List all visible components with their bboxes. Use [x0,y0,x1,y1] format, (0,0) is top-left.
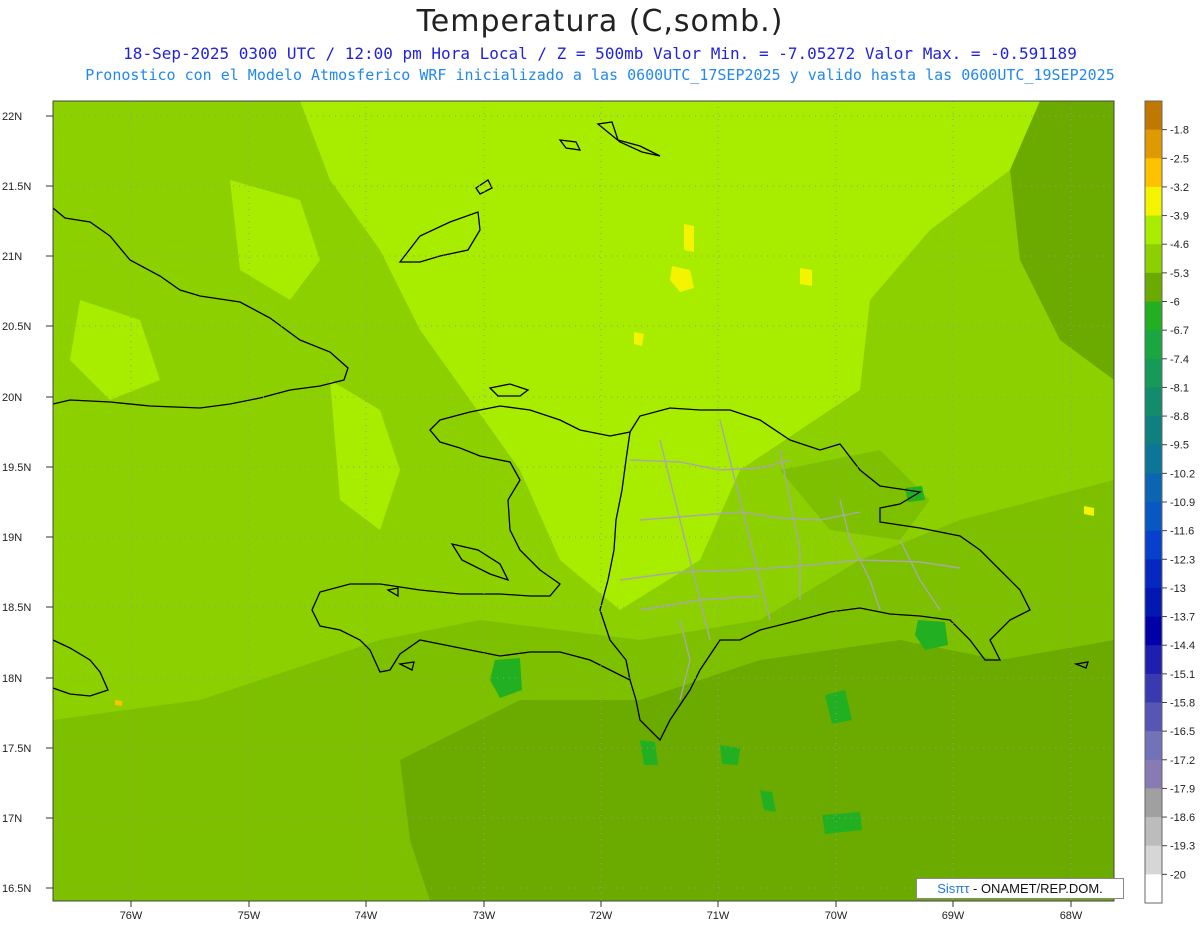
lat-label: 20N [2,392,22,404]
lat-label: 21.5N [2,181,31,193]
colorbar-swatch [1145,587,1162,618]
lat-label: 18.5N [2,602,31,614]
lat-label: 18N [2,673,22,685]
colorbar-swatch [1145,874,1162,904]
colorbar-label: -12.3 [1170,554,1195,566]
colorbar-label: -6.7 [1170,325,1189,337]
lon-label: 73W [473,910,496,922]
colorbar-label: -2.5 [1170,153,1189,165]
colorbar-swatch [1145,616,1162,646]
colorbar-swatch [1145,186,1162,217]
colorbar-swatch [1145,559,1162,589]
colorbar-swatch [1145,530,1162,560]
lat-label: 20.5N [2,321,31,333]
colorbar-swatch [1145,101,1162,131]
colorbar-swatch [1145,272,1162,302]
orange-spot-1 [115,700,122,706]
colorbar-swatch [1145,817,1162,847]
colorbar-swatch [1145,330,1162,360]
lon-label: 68W [1060,910,1083,922]
yellow-spot-3 [800,268,812,286]
colorbar-label: -9.5 [1170,440,1189,452]
colorbar-label: -5.3 [1170,268,1189,280]
colorbar-label: -1.8 [1170,125,1189,137]
colorbar-label: -8.8 [1170,411,1189,423]
colorbar-swatch [1145,215,1162,245]
colorbar-label: -4.6 [1170,239,1189,251]
temperature-map: 22N 21.5N 21N 20.5N 20N 19.5N 19N 18.5N … [2,100,1195,922]
colorbar-label: -10.2 [1170,468,1195,480]
colorbar-label: -7.4 [1170,354,1189,366]
colorbar-swatch [1145,788,1162,818]
lon-label: 70W [825,910,848,922]
colorbar-swatch [1145,244,1162,274]
credit-brand: Sisπτ [937,881,970,896]
lon-label: 76W [120,910,143,922]
lon-label: 69W [942,910,965,922]
colorbar-swatch [1145,731,1162,761]
lat-label: 19N [2,532,22,544]
colorbar-swatch [1145,473,1162,503]
colorbar-swatch [1145,358,1162,388]
lat-label: 17.5N [2,743,31,755]
temperature-field [53,101,1114,901]
colorbar: -1.8 -2.5 -3.2 -3.9 -4.6 -5.3 -6 -6.7 -7.4 -8.1 -8… [1144,100,1195,904]
colorbar-label: -6 [1170,297,1180,309]
colorbar-swatch [1145,416,1162,446]
colorbar-swatch [1145,759,1162,789]
colorbar-swatch [1145,301,1162,331]
lat-label: 21N [2,251,22,263]
colorbar-label: -19.3 [1170,841,1195,853]
credit-org: - ONAMET/REP.DOM. [973,881,1103,896]
lon-label: 72W [590,910,613,922]
colorbar-label: -15.8 [1170,698,1195,710]
colorbar-label: -17.9 [1170,783,1195,795]
lat-label: 16.5N [2,883,31,895]
colorbar-label: -16.5 [1170,726,1195,738]
longitude-axis: 76W 75W 74W 73W 72W 71W 70W 69W 68W [120,901,1083,922]
colorbar-label: -17.2 [1170,755,1195,767]
colorbar-label: -18.6 [1170,812,1195,824]
colorbar-label: -20 [1170,869,1186,881]
colorbar-label: -3.9 [1170,211,1189,223]
colorbar-swatch [1145,387,1162,417]
colorbar-swatch [1145,645,1162,675]
lon-label: 75W [238,910,261,922]
latitude-axis: 22N 21.5N 21N 20.5N 20N 19.5N 19N 18.5N … [2,111,53,895]
colorbar-swatch [1145,845,1162,875]
lat-label: 22N [2,111,22,123]
colorbar-label: -15.1 [1170,669,1195,681]
yellow-spot-2 [684,224,694,252]
lat-label: 19.5N [2,462,31,474]
colorbar-swatch [1145,702,1162,732]
colorbar-label: -14.4 [1170,640,1195,652]
colorbar-swatch [1145,158,1162,188]
colorbar-swatch [1145,444,1162,474]
colorbar-swatch [1145,129,1162,159]
lon-label: 71W [707,910,730,922]
colorbar-label: -10.9 [1170,497,1195,509]
colorbar-label: -13.7 [1170,612,1195,624]
colorbar-swatch [1145,502,1162,532]
credit-box: Sisπτ - ONAMET/REP.DOM. [916,878,1124,899]
colorbar-label: -8.1 [1170,382,1189,394]
lon-label: 74W [355,910,378,922]
lat-label: 17N [2,813,22,825]
colorbar-label: -3.2 [1170,182,1189,194]
colorbar-label: -11.6 [1170,526,1194,538]
colorbar-label: -13 [1170,583,1186,595]
colorbar-swatch [1145,673,1162,703]
